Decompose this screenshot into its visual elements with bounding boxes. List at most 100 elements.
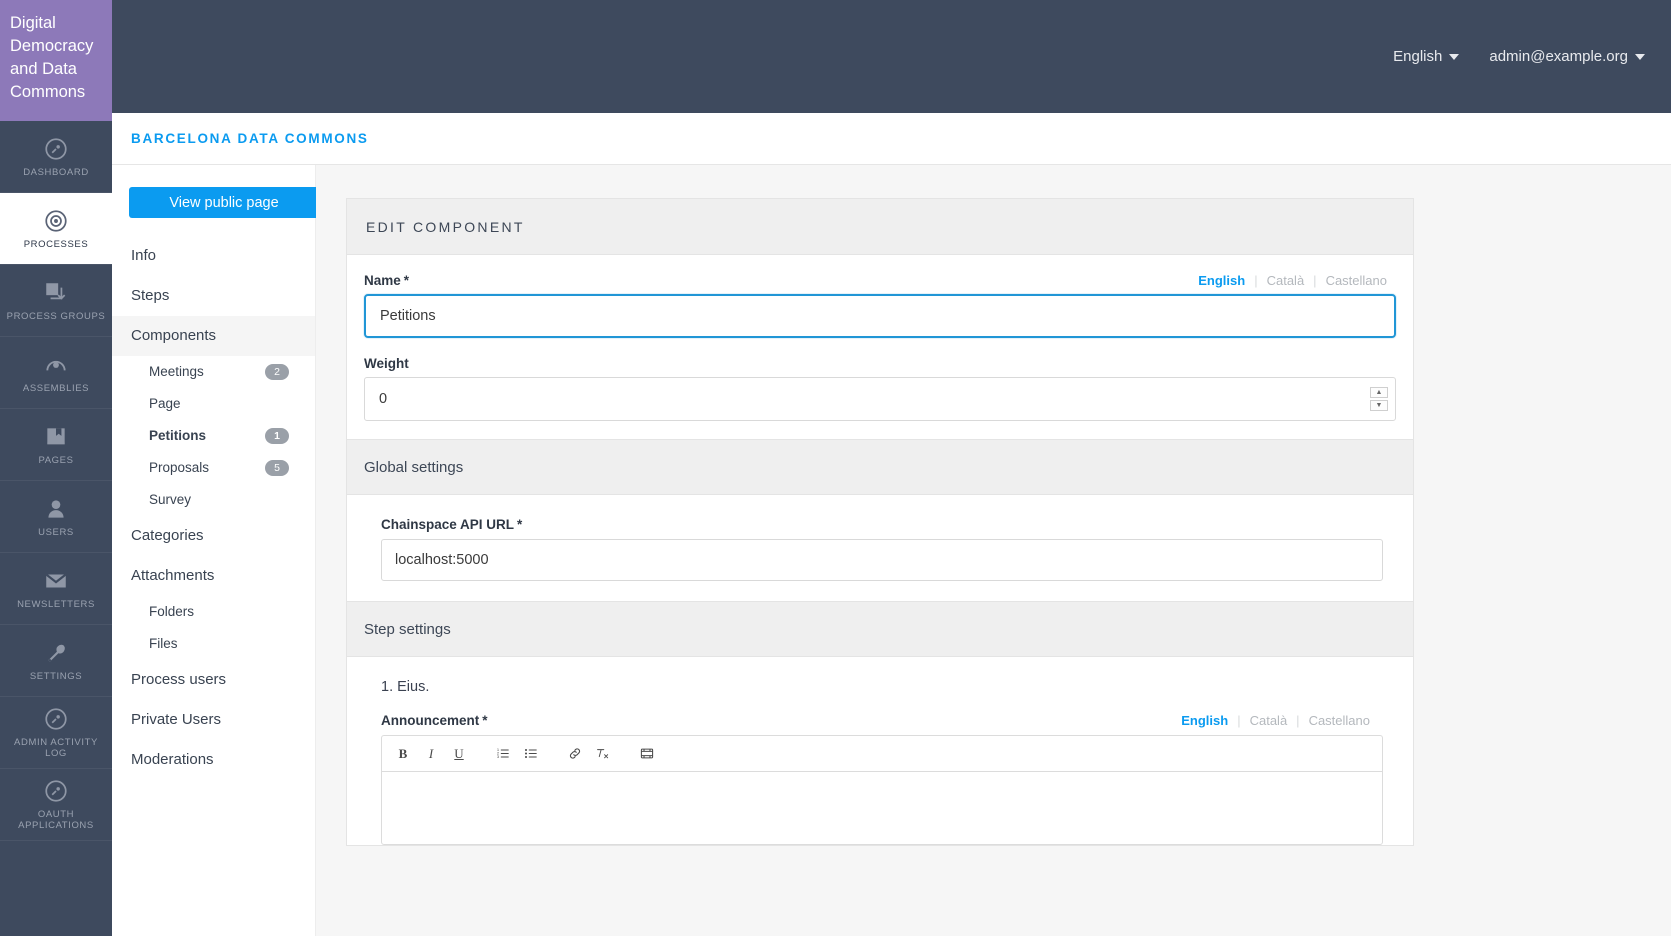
underline-icon[interactable]: U (446, 741, 472, 767)
sidebar-item-assemblies[interactable]: Assemblies (0, 337, 112, 409)
clear-format-icon[interactable] (590, 741, 616, 767)
bold-icon[interactable]: B (390, 741, 416, 767)
sidebar-item-proposals[interactable]: Proposals 5 (112, 452, 315, 484)
count-badge: 2 (265, 364, 289, 380)
announcement-label-text: Announcement (381, 713, 480, 728)
required-marker: * (482, 713, 488, 728)
sidebar-item-folders[interactable]: Folders (112, 596, 315, 628)
sidebar-label: Processes (23, 238, 89, 250)
activity-icon (43, 706, 69, 732)
name-label-text: Name (364, 273, 401, 288)
svg-text:3: 3 (497, 754, 500, 759)
sidebar-item-process-groups[interactable]: Process groups (0, 265, 112, 337)
ordered-list-icon[interactable]: 123 (490, 741, 516, 767)
book-icon (43, 424, 69, 450)
sidebar-label: Admin activity log (14, 737, 98, 759)
sidebar-item-process-users[interactable]: Process users (112, 660, 315, 700)
sidebar-label: Pages (38, 454, 74, 466)
weight-input-wrapper: ▲ ▼ (364, 377, 1396, 421)
global-settings-heading: Global settings (347, 439, 1413, 495)
sidebar-item-settings[interactable]: Settings (0, 625, 112, 697)
edit-component-card: Edit component Name * English | (346, 198, 1414, 846)
name-field-header: Name * English | Català | Castellano (364, 273, 1396, 288)
nav-label: Folders (149, 604, 195, 619)
nav-label: Process users (131, 671, 227, 688)
announcement-language-tabs: English | Català | Castellano (1172, 713, 1379, 728)
announcement-label: Announcement * (381, 713, 488, 728)
lang-tab-castellano[interactable]: Castellano (1300, 713, 1379, 728)
sidebar-label: Newsletters (17, 598, 95, 610)
weight-stepper: ▲ ▼ (1370, 385, 1388, 413)
body-area: View public page Info Steps Components M… (112, 165, 1671, 936)
primary-sidebar: Digital Democracy and Data Commons Dashb… (0, 0, 112, 936)
account-label: admin@example.org (1489, 48, 1628, 65)
count-badge: 5 (265, 460, 289, 476)
unordered-list-icon[interactable] (518, 741, 544, 767)
nav-label: Files (149, 636, 178, 651)
secondary-sidebar: View public page Info Steps Components M… (112, 165, 319, 936)
name-field-group: Name * English | Català | Castellano (364, 273, 1396, 338)
wrench-icon (43, 640, 69, 666)
sidebar-item-dashboard[interactable]: Dashboard (0, 121, 112, 193)
lang-tab-english[interactable]: English (1189, 273, 1254, 288)
sidebar-item-admin-activity-log[interactable]: Admin activity log (0, 697, 112, 769)
global-settings-body: Chainspace API URL * (364, 495, 1396, 601)
sidebar-item-pages[interactable]: Pages (0, 409, 112, 481)
sidebar-label: Process groups (6, 310, 106, 322)
language-selector[interactable]: English (1393, 48, 1460, 65)
layers-icon (43, 280, 69, 306)
sidebar-item-categories[interactable]: Categories (112, 516, 315, 556)
language-label: English (1393, 48, 1443, 65)
sidebar-item-moderations[interactable]: Moderations (112, 740, 315, 780)
weight-field-header: Weight (364, 356, 1396, 371)
brand-logo: Digital Democracy and Data Commons (0, 0, 112, 121)
stepper-down-icon[interactable]: ▼ (1370, 400, 1388, 411)
sidebar-item-meetings[interactable]: Meetings 2 (112, 356, 315, 388)
admin-application: Digital Democracy and Data Commons Dashb… (0, 0, 1671, 936)
breadcrumb-current[interactable]: Barcelona Data Commons (131, 131, 369, 146)
lang-tab-english[interactable]: English (1172, 713, 1237, 728)
sidebar-label: Assemblies (22, 382, 90, 394)
sidebar-label: OAuth applications (18, 809, 94, 831)
video-icon[interactable] (634, 741, 660, 767)
nav-label: Petitions (149, 428, 207, 443)
sidebar-label: Settings (29, 670, 83, 682)
chainspace-api-url-input[interactable] (381, 539, 1383, 581)
account-menu[interactable]: admin@example.org (1489, 48, 1645, 65)
sidebar-item-processes[interactable]: Processes (0, 193, 112, 265)
sidebar-item-users[interactable]: Users (0, 481, 112, 553)
sidebar-item-steps[interactable]: Steps (112, 276, 315, 316)
envelope-icon (43, 568, 69, 594)
italic-icon[interactable]: I (418, 741, 444, 767)
step-settings-body: 1. Eius. Announcement * English | Català … (364, 679, 1396, 845)
sidebar-item-newsletters[interactable]: Newsletters (0, 553, 112, 625)
nav-label: Meetings (149, 364, 204, 379)
name-language-tabs: English | Català | Castellano (1189, 273, 1396, 288)
announcement-editor-area[interactable] (381, 771, 1383, 845)
sidebar-item-oauth-applications[interactable]: OAuth applications (0, 769, 112, 841)
top-header: English admin@example.org (112, 0, 1671, 113)
sidebar-item-info[interactable]: Info (112, 236, 315, 276)
nav-label: Steps (131, 287, 170, 304)
oauth-icon (43, 778, 69, 804)
view-public-page-button[interactable]: View public page (129, 187, 319, 218)
link-icon[interactable] (562, 741, 588, 767)
sidebar-item-components[interactable]: Components (112, 316, 315, 356)
sidebar-item-files[interactable]: Files (112, 628, 315, 660)
stepper-up-icon[interactable]: ▲ (1370, 387, 1388, 398)
weight-input[interactable] (364, 377, 1396, 421)
nav-label: Categories (131, 527, 204, 544)
lang-tab-catala[interactable]: Català (1258, 273, 1314, 288)
sidebar-item-survey[interactable]: Survey (112, 484, 315, 516)
step-settings-heading: Step settings (347, 601, 1413, 657)
sidebar-item-attachments[interactable]: Attachments (112, 556, 315, 596)
sidebar-item-private-users[interactable]: Private Users (112, 700, 315, 740)
sidebar-item-page[interactable]: Page (112, 388, 315, 420)
page-title: Edit component (366, 218, 525, 235)
lang-tab-catala[interactable]: Català (1241, 713, 1297, 728)
chevron-down-icon (1635, 53, 1645, 60)
sidebar-item-petitions[interactable]: Petitions 1 (112, 420, 315, 452)
lang-tab-castellano[interactable]: Castellano (1317, 273, 1396, 288)
name-input[interactable] (364, 294, 1396, 338)
chainspace-api-url-label: Chainspace API URL * (381, 517, 1396, 532)
